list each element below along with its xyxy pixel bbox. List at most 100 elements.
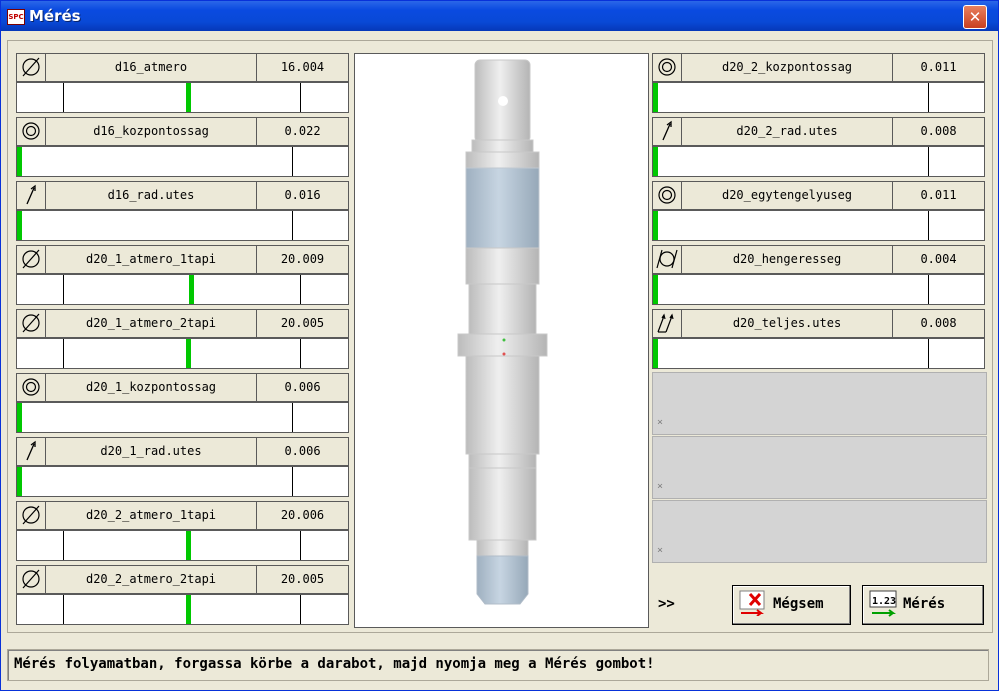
- measurement-card[interactable]: d20_2_atmero_2tapi 20.005: [16, 565, 349, 625]
- measurement-header-row: d20_2_atmero_1tapi 20.006: [16, 501, 349, 530]
- measurement-name: d20_1_rad.utes: [46, 438, 257, 465]
- measurement-card[interactable]: d16_kozpontossag 0.022: [16, 117, 349, 177]
- measurement-name: d16_rad.utes: [46, 182, 257, 209]
- tolerance-gauge: [652, 210, 985, 241]
- measurement-value: 0.004: [920, 252, 957, 266]
- more-toggle[interactable]: >>: [658, 596, 675, 612]
- runout-icon: [17, 182, 46, 209]
- measurement-indicator: [653, 275, 658, 304]
- measurement-indicator: [653, 211, 658, 240]
- measurement-name: d20_hengeresseg: [682, 246, 893, 273]
- cancel-label: Mégsem: [773, 596, 824, 612]
- tolerance-limit-mark: [292, 467, 293, 496]
- concentricity-icon: [17, 374, 46, 401]
- measurement-name: d20_2_kozpontossag: [682, 54, 893, 81]
- tolerance-limit-mark: [63, 275, 64, 304]
- measurement-card[interactable]: d20_1_rad.utes 0.006: [16, 437, 349, 497]
- measurement-header-row: d20_1_rad.utes 0.006: [16, 437, 349, 466]
- tolerance-limit-mark: [928, 211, 929, 240]
- measurement-card[interactable]: d20_1_kozpontossag 0.006: [16, 373, 349, 433]
- measurement-name: d16_kozpontossag: [46, 118, 257, 145]
- measurement-header-row: d16_kozpontossag 0.022: [16, 117, 349, 146]
- measurement-header-row: d20_2_rad.utes 0.008: [652, 117, 985, 146]
- title-bar[interactable]: SPC Mérés ✕: [1, 1, 998, 31]
- measure-button[interactable]: 1.23 Mérés: [862, 585, 984, 625]
- status-message: Mérés folyamatban, forgassa körbe a dara…: [14, 656, 655, 672]
- tolerance-gauge: [16, 594, 349, 625]
- tolerance-limit-mark: [928, 339, 929, 368]
- status-bar: Mérés folyamatban, forgassa körbe a dara…: [7, 649, 989, 681]
- concentricity-icon: [653, 54, 682, 81]
- measurement-name: d16_atmero: [46, 54, 257, 81]
- measurement-header-row: d16_atmero 16.004: [16, 53, 349, 82]
- measurement-name: d20_2_atmero_2tapi: [46, 566, 257, 593]
- tolerance-gauge: [652, 274, 985, 305]
- measurement-indicator: [186, 83, 191, 112]
- tolerance-limit-mark: [63, 339, 64, 368]
- diameter-icon: [17, 502, 46, 529]
- measurement-card[interactable]: d20_hengeresseg 0.004: [652, 245, 985, 305]
- tolerance-limit-mark: [928, 275, 929, 304]
- measurement-indicator: [186, 339, 191, 368]
- empty-measurement-slot: ×: [652, 372, 987, 435]
- measurement-window: SPC Mérés ✕ d16_atmero 16.004 d16_kozponto…: [0, 0, 999, 691]
- measurement-header-row: d20_2_kozpontossag 0.011: [652, 53, 985, 82]
- close-button[interactable]: ✕: [963, 5, 987, 29]
- measurement-card[interactable]: d20_2_rad.utes 0.008: [652, 117, 985, 177]
- measurement-value: 0.008: [920, 124, 957, 138]
- empty-slot-mark: ×: [657, 481, 664, 492]
- window-title: Mérés: [29, 7, 81, 25]
- total-runout-icon: [653, 310, 682, 337]
- tolerance-gauge: [652, 82, 985, 113]
- measurement-header-row: d20_teljes.utes 0.008: [652, 309, 985, 338]
- measurement-card[interactable]: d20_egytengelyuseg 0.011: [652, 181, 985, 241]
- measurement-name: d20_2_atmero_1tapi: [46, 502, 257, 529]
- measurement-indicator: [17, 211, 22, 240]
- tolerance-limit-mark: [300, 531, 301, 560]
- measurement-name: d20_2_rad.utes: [682, 118, 893, 145]
- measurement-header-row: d20_1_atmero_1tapi 20.009: [16, 245, 349, 274]
- cancel-icon: [739, 590, 765, 616]
- tolerance-gauge: [16, 210, 349, 241]
- measurement-header-row: d20_egytengelyuseg 0.011: [652, 181, 985, 210]
- tolerance-limit-mark: [300, 275, 301, 304]
- measurement-indicator: [653, 147, 658, 176]
- measurement-value: 0.011: [920, 60, 957, 74]
- measurement-card[interactable]: d16_atmero 16.004: [16, 53, 349, 113]
- measurement-name: d20_1_kozpontossag: [46, 374, 257, 401]
- measurement-value: 0.006: [284, 444, 321, 458]
- measurement-name: d20_egytengelyuseg: [682, 182, 893, 209]
- concentricity-icon: [653, 182, 682, 209]
- measurement-card[interactable]: d20_1_atmero_1tapi 20.009: [16, 245, 349, 305]
- measurement-card[interactable]: d20_teljes.utes 0.008: [652, 309, 985, 369]
- runout-icon: [17, 438, 46, 465]
- tolerance-limit-mark: [300, 83, 301, 112]
- cylindricity-icon: [653, 246, 682, 273]
- measurement-card[interactable]: d20_1_atmero_2tapi 20.005: [16, 309, 349, 369]
- tolerance-limit-mark: [300, 595, 301, 624]
- tolerance-gauge: [16, 82, 349, 113]
- cancel-button[interactable]: Mégsem: [732, 585, 851, 625]
- measurement-value: 16.004: [280, 60, 325, 74]
- empty-measurement-slot: ×: [652, 500, 987, 563]
- tolerance-gauge: [16, 146, 349, 177]
- tolerance-limit-mark: [63, 83, 64, 112]
- measurement-card[interactable]: d20_2_atmero_1tapi 20.006: [16, 501, 349, 561]
- measurement-value: 0.016: [284, 188, 321, 202]
- tolerance-limit-mark: [292, 211, 293, 240]
- tolerance-limit-mark: [928, 147, 929, 176]
- runout-icon: [653, 118, 682, 145]
- tolerance-gauge: [16, 530, 349, 561]
- measure-icon: 1.23: [869, 590, 897, 617]
- empty-slot-mark: ×: [657, 417, 664, 428]
- shaft-model-image: [457, 59, 548, 605]
- part-3d-view[interactable]: [354, 53, 649, 628]
- diameter-icon: [17, 566, 46, 593]
- measurement-indicator: [186, 531, 191, 560]
- measurement-card[interactable]: d16_rad.utes 0.016: [16, 181, 349, 241]
- measurement-indicator: [17, 147, 22, 176]
- tolerance-gauge: [16, 466, 349, 497]
- measurement-value: 0.022: [284, 124, 321, 138]
- measurement-header-row: d20_1_kozpontossag 0.006: [16, 373, 349, 402]
- measurement-card[interactable]: d20_2_kozpontossag 0.011: [652, 53, 985, 113]
